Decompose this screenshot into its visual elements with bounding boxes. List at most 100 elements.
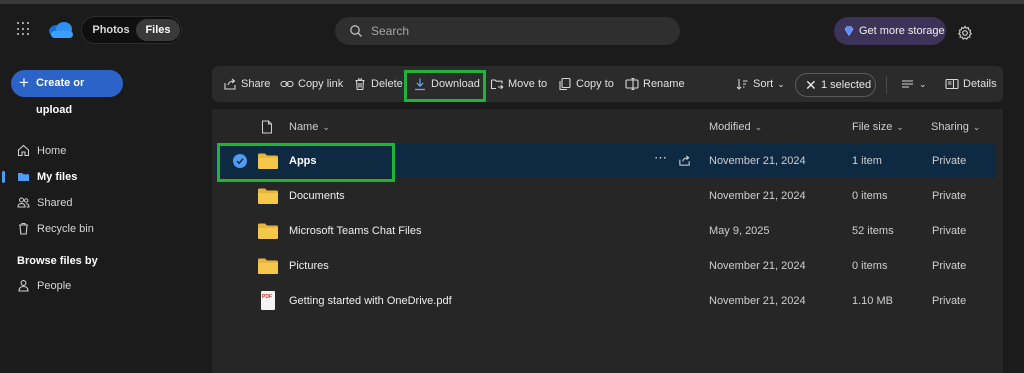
table-row[interactable]: Documents November 21, 2024 0 items Priv… <box>216 179 996 213</box>
sidebar-item-my-files[interactable]: My files <box>0 166 200 188</box>
people-icon <box>17 197 30 208</box>
rename-icon <box>625 77 639 91</box>
row-sharing: Private <box>932 295 967 307</box>
row-size: 52 items <box>852 225 894 237</box>
share-icon <box>224 78 236 90</box>
sidebar-item-label: Recycle bin <box>37 223 94 235</box>
column-header-modified[interactable]: Modified ⌄ <box>709 109 762 145</box>
copy-link-button[interactable]: Copy link <box>280 66 344 102</box>
chevron-down-icon: ⌄ <box>896 122 904 132</box>
sidebar-item-people[interactable]: People <box>0 275 200 297</box>
column-header-name[interactable]: Name ⌄ <box>289 109 330 145</box>
row-name[interactable]: Pictures <box>289 249 329 283</box>
sort-button[interactable]: Sort ⌄ <box>735 66 785 102</box>
row-modified: November 21, 2024 <box>709 155 806 167</box>
close-icon: ✕ <box>805 77 817 93</box>
storage-label: Get more storage <box>859 25 945 37</box>
onedrive-logo-icon[interactable] <box>46 20 76 40</box>
sort-text: Sort <box>753 78 774 90</box>
sidebar-item-recycle-bin[interactable]: Recycle bin <box>0 218 200 240</box>
row-modified: May 9, 2025 <box>709 225 770 237</box>
delete-label: Delete <box>371 78 403 90</box>
row-modified: November 21, 2024 <box>709 260 806 272</box>
copy-to-button[interactable]: Copy to <box>558 66 614 102</box>
move-to-button[interactable]: Move to <box>490 66 548 102</box>
tab-files[interactable]: Files <box>136 19 180 41</box>
move-to-icon <box>490 79 504 90</box>
link-icon <box>280 80 294 88</box>
sort-label: Sort ⌄ <box>753 66 785 102</box>
table-row[interactable]: PDF Getting started with OneDrive.pdf No… <box>216 284 996 318</box>
diamond-icon <box>844 26 854 37</box>
share-label: Share <box>241 78 271 90</box>
active-indicator <box>2 171 5 183</box>
more-options-icon[interactable]: ⋯ <box>654 150 667 166</box>
app-header: Photos Files Search Get more storage <box>0 4 1024 56</box>
sidebar-item-label: Shared <box>37 197 73 209</box>
sidebar-item-label: My files <box>37 171 78 183</box>
settings-gear-icon[interactable] <box>957 25 973 41</box>
column-modified-label: Modified <box>709 121 751 133</box>
tab-photos[interactable]: Photos <box>85 19 137 41</box>
download-highlight-box <box>404 70 486 102</box>
sidebar-item-home[interactable]: Home <box>0 140 200 162</box>
view-options-button[interactable]: ⌄ <box>901 66 931 102</box>
row-name[interactable]: Documents <box>289 179 345 213</box>
get-more-storage-button[interactable]: Get more storage <box>834 17 946 45</box>
person-icon <box>18 280 29 292</box>
column-name-label: Name <box>289 121 319 133</box>
create-label: Create or upload <box>36 77 85 116</box>
home-icon <box>17 144 30 157</box>
share-icon[interactable] <box>678 154 691 167</box>
view-list-icon <box>902 80 913 88</box>
row-modified: November 21, 2024 <box>709 190 806 202</box>
copy-icon <box>559 77 571 91</box>
chevron-down-icon: ⌄ <box>322 122 330 132</box>
table-row[interactable]: Microsoft Teams Chat Files May 9, 2025 5… <box>216 214 996 248</box>
copy-link-label: Copy link <box>298 78 344 90</box>
share-button[interactable]: Share <box>223 66 279 102</box>
copy-to-label: Copy to <box>576 78 614 90</box>
row-name[interactable]: Microsoft Teams Chat Files <box>289 214 421 248</box>
row-name[interactable]: Getting started with OneDrive.pdf <box>289 284 452 318</box>
search-icon <box>350 25 362 37</box>
chevron-down-icon: ⌄ <box>972 122 981 132</box>
plus-icon: + <box>19 73 29 92</box>
folder-icon <box>258 258 278 274</box>
row-size: 1 item <box>852 155 882 167</box>
sort-icon <box>736 79 748 90</box>
toolbar-divider <box>886 76 887 94</box>
sidebar-item-shared[interactable]: Shared <box>0 192 200 214</box>
row-size: 1.10 MB <box>852 295 893 307</box>
command-bar: Share Copy link Delete Download Move to <box>212 66 1003 102</box>
table-row[interactable]: Pictures November 21, 2024 0 items Priva… <box>216 249 996 283</box>
app-launcher-icon[interactable] <box>17 22 31 36</box>
search-input[interactable]: Search <box>335 17 680 45</box>
details-button[interactable]: Details <box>945 66 999 102</box>
details-label: Details <box>963 78 997 90</box>
folder-icon <box>258 188 278 204</box>
delete-button[interactable]: Delete <box>353 66 403 102</box>
clear-selection-button[interactable]: ✕ 1 selected <box>795 73 876 97</box>
create-or-upload-button[interactable]: + Create or upload <box>11 70 123 116</box>
delete-icon <box>355 78 365 91</box>
selected-count-label: 1 selected <box>821 79 872 91</box>
column-header-sharing[interactable]: Sharing ⌄ <box>931 109 980 145</box>
move-to-label: Move to <box>508 78 548 90</box>
row-sharing: Private <box>932 260 967 272</box>
row-sharing: Private <box>932 155 967 167</box>
photos-files-switcher: Photos Files <box>81 16 182 44</box>
sidebar-item-label: Home <box>37 145 67 157</box>
column-sharing-label: Sharing <box>931 121 969 133</box>
chevron-down-icon: ⌄ <box>919 79 927 89</box>
apps-highlight-box <box>217 143 395 182</box>
row-sharing: Private <box>932 190 967 202</box>
column-header-file-size[interactable]: File size ⌄ <box>852 109 904 145</box>
folder-icon <box>258 223 278 239</box>
search-placeholder: Search <box>371 24 410 38</box>
rename-label: Rename <box>643 78 685 90</box>
row-sharing: Private <box>932 225 967 237</box>
rename-button[interactable]: Rename <box>625 66 685 102</box>
browse-files-by-heading: Browse files by <box>17 255 98 267</box>
sidebar-item-label: People <box>37 280 72 292</box>
